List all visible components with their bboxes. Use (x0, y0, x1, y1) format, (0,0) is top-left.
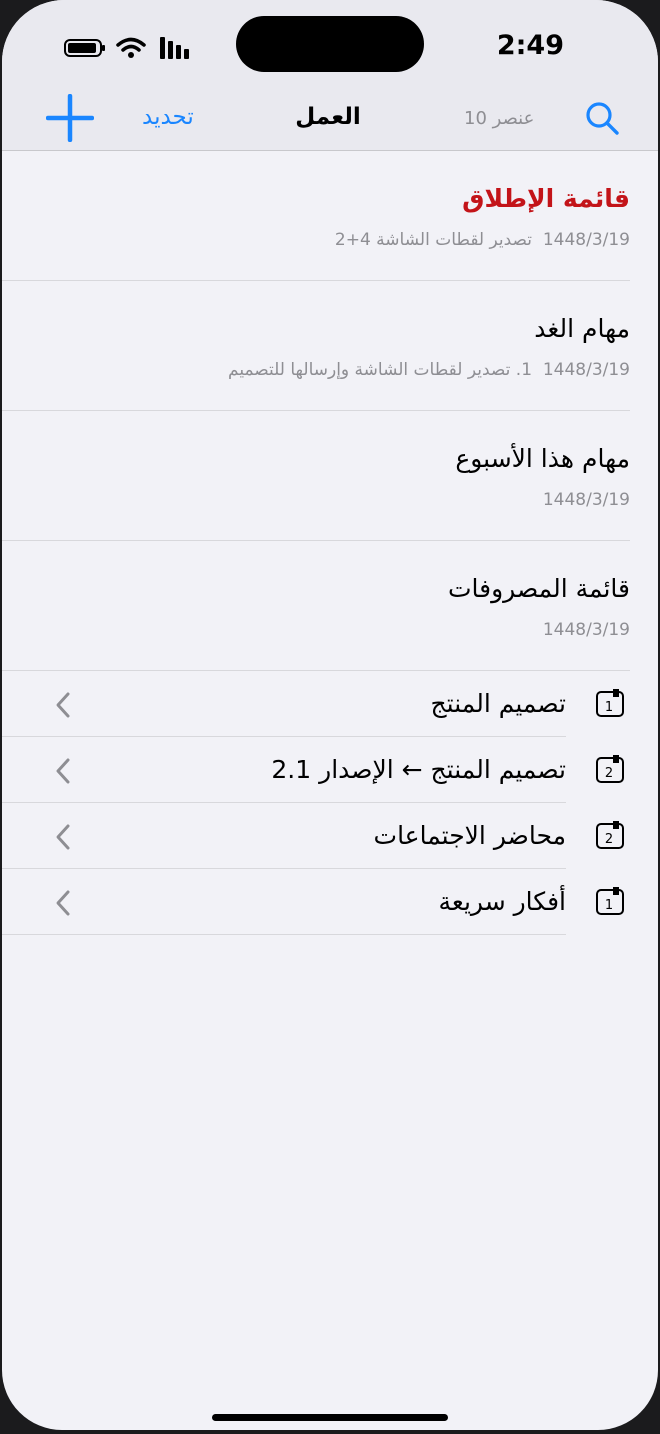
note-date: 1448/3/19 (542, 620, 630, 640)
note-preview: 1. تصدير لقطات الشاشة وإرسالها للتصميم (228, 360, 533, 380)
folder-icon: 1 (596, 887, 624, 915)
folder-icon: 2 (596, 755, 624, 783)
divider (2, 540, 630, 541)
note-title: مهام هذا الأسبوع (455, 444, 630, 473)
device-frame: 2:49 تحديد العمل 10 عنصر قائمة الإطلاق 1… (0, 0, 660, 1434)
divider (2, 934, 566, 935)
folder-item[interactable]: 2 محاضر الاجتماعات (2, 803, 658, 869)
note-meta: 1448/3/19 (543, 490, 630, 510)
chevron-left-icon (56, 692, 70, 718)
folder-icon: 2 (596, 821, 624, 849)
folder-name: تصميم المنتج (430, 689, 566, 718)
search-icon[interactable] (582, 98, 622, 138)
note-meta: 1448/3/19 تصدير لقطات الشاشة 4+2 (335, 230, 630, 250)
note-meta: 1448/3/19 1. تصدير لقطات الشاشة وإرسالها… (228, 360, 630, 380)
home-indicator[interactable] (212, 1414, 448, 1421)
cellular-signal-icon (160, 37, 189, 59)
wifi-icon (116, 37, 146, 58)
top-bar: 2:49 تحديد العمل 10 عنصر (2, 0, 658, 151)
note-date: 1448/3/19 (542, 490, 630, 510)
battery-icon (64, 39, 105, 57)
svg-text:1: 1 (605, 700, 613, 715)
screen: 2:49 تحديد العمل 10 عنصر قائمة الإطلاق 1… (2, 0, 658, 1430)
chevron-left-icon (56, 890, 70, 916)
divider (2, 410, 630, 411)
note-item[interactable]: مهام الغد 1448/3/19 1. تصدير لقطات الشاش… (2, 310, 630, 410)
folder-name: محاضر الاجتماعات (373, 821, 566, 850)
note-title: قائمة الإطلاق (462, 184, 630, 213)
folder-name: تصميم المنتج ← الإصدار 2.1 (271, 755, 566, 784)
chevron-left-icon (56, 758, 70, 784)
status-icons (64, 36, 189, 60)
dynamic-island (236, 16, 424, 72)
note-title: قائمة المصروفات (448, 574, 630, 603)
svg-text:1: 1 (605, 898, 613, 913)
note-title: مهام الغد (534, 314, 630, 343)
folder-item[interactable]: 2 تصميم المنتج ← الإصدار 2.1 (2, 737, 658, 803)
folder-item[interactable]: 1 تصميم المنتج (2, 671, 658, 737)
note-item[interactable]: قائمة المصروفات 1448/3/19 (2, 570, 630, 670)
status-time: 2:49 (496, 30, 564, 61)
navigation-bar: تحديد العمل 10 عنصر (2, 86, 658, 150)
page-title: العمل (295, 104, 361, 130)
svg-text:2: 2 (605, 832, 613, 847)
folder-item[interactable]: 1 أفكار سريعة (2, 869, 658, 935)
folder-icon: 1 (596, 689, 624, 717)
note-date: 1448/3/19 (542, 360, 630, 380)
note-meta: 1448/3/19 (543, 620, 630, 640)
folder-name: أفكار سريعة (438, 887, 566, 916)
note-item[interactable]: مهام هذا الأسبوع 1448/3/19 (2, 440, 630, 540)
plus-icon[interactable] (46, 94, 94, 142)
divider (2, 280, 630, 281)
note-item[interactable]: قائمة الإطلاق 1448/3/19 تصدير لقطات الشا… (2, 180, 630, 280)
select-button[interactable]: تحديد (142, 104, 194, 130)
note-date: 1448/3/19 (542, 230, 630, 250)
svg-text:2: 2 (605, 766, 613, 781)
note-preview: تصدير لقطات الشاشة 4+2 (334, 230, 533, 250)
chevron-left-icon (56, 824, 70, 850)
item-count: 10 عنصر (464, 108, 535, 129)
